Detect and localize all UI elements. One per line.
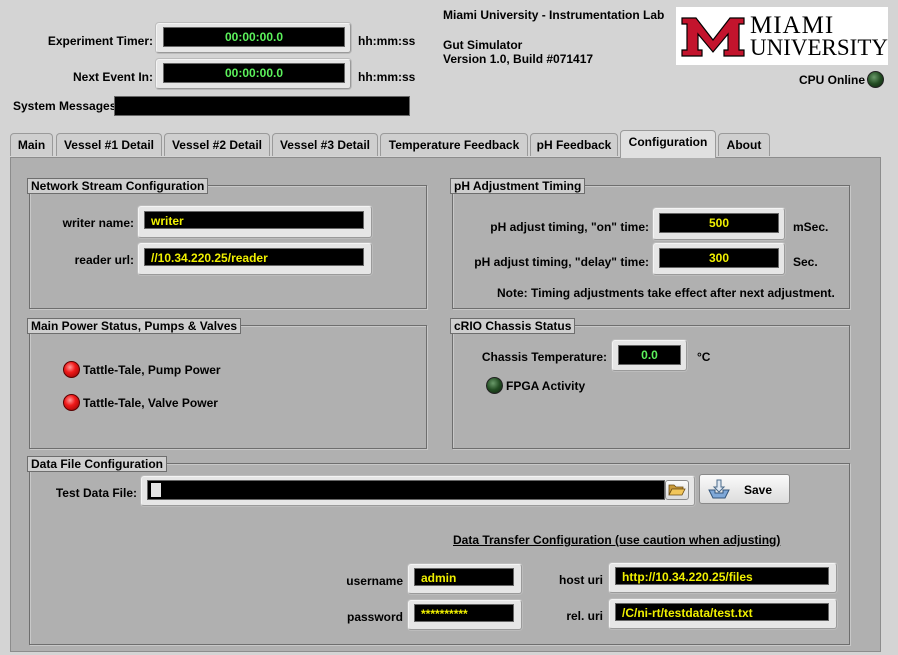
experiment-timer-unit: hh:mm:ss (358, 34, 416, 48)
password-label: password (346, 610, 403, 624)
tab-about[interactable]: About (718, 133, 770, 156)
power-status-group (29, 325, 427, 449)
pump-power-label: Tattle-Tale, Pump Power (83, 363, 221, 377)
next-event-display: 00:00:00.0 (163, 63, 345, 83)
ph-delay-time-label: pH adjust timing, "delay" time: (474, 255, 649, 269)
app-name: Gut Simulator (443, 38, 523, 52)
fpga-activity-label: FPGA Activity (506, 379, 586, 393)
username-label: username (346, 574, 403, 588)
version-label: Version 1.0, Build #071417 (443, 52, 594, 66)
system-messages-display (114, 96, 410, 116)
host-uri-input[interactable]: http://10.34.220.25/files (615, 567, 829, 585)
tab-main[interactable]: Main (10, 133, 53, 156)
fpga-activity-led (486, 377, 503, 394)
valve-power-led (63, 394, 80, 411)
experiment-timer-display: 00:00:00.0 (163, 27, 345, 47)
miami-university-logo: MIAMI UNIVERSITY (676, 7, 888, 65)
reader-url-input[interactable]: //10.34.220.25/reader (144, 248, 364, 266)
tab-vessel-3-detail[interactable]: Vessel #3 Detail (272, 133, 378, 156)
lab-name: Miami University - Instrumentation Lab (443, 8, 665, 22)
crio-status-title: cRIO Chassis Status (450, 318, 576, 334)
rel-uri-label: rel. uri (566, 609, 603, 623)
ph-delay-time-unit: Sec. (793, 255, 818, 269)
cpu-online-label: CPU Online (799, 73, 866, 87)
logo-text-university: UNIVERSITY (750, 35, 888, 60)
writer-name-label: writer name: (62, 216, 134, 230)
folder-open-icon (668, 484, 686, 496)
experiment-timer-label: Experiment Timer: (47, 34, 153, 48)
miami-m-icon (681, 17, 745, 57)
ph-on-time-unit: mSec. (793, 220, 829, 234)
test-data-file-label: Test Data File: (55, 486, 137, 500)
rel-uri-input[interactable]: /C/ni-rt/testdata/test.txt (615, 603, 829, 621)
chassis-temp-label: Chassis Temperature: (481, 350, 607, 364)
host-uri-label: host uri (559, 573, 603, 587)
data-file-title: Data File Configuration (27, 456, 167, 472)
tab-configuration[interactable]: Configuration (620, 130, 716, 158)
pump-power-led (63, 361, 80, 378)
power-status-title: Main Power Status, Pumps & Valves (27, 318, 242, 334)
ph-delay-time-input[interactable]: 300 (659, 248, 779, 268)
chassis-temp-unit: °C (697, 350, 711, 364)
save-label: Save (744, 483, 773, 497)
ph-on-time-label: pH adjust timing, "on" time: (490, 220, 649, 234)
tab-temperature-feedback[interactable]: Temperature Feedback (380, 133, 528, 156)
tab-ph-feedback[interactable]: pH Feedback (530, 133, 618, 156)
reader-url-label: reader url: (74, 253, 134, 267)
password-input[interactable]: ********** (414, 604, 514, 622)
tab-vessel-1-detail[interactable]: Vessel #1 Detail (56, 133, 162, 156)
save-button[interactable]: Save (699, 474, 790, 504)
tab-vessel-2-detail[interactable]: Vessel #2 Detail (164, 133, 270, 156)
cpu-online-led (867, 71, 884, 88)
ph-on-time-input[interactable]: 500 (659, 213, 779, 233)
save-tray-icon (708, 479, 730, 499)
writer-name-input[interactable]: writer (144, 211, 364, 229)
username-input[interactable]: admin (414, 568, 514, 586)
valve-power-label: Tattle-Tale, Valve Power (83, 396, 218, 410)
network-stream-title: Network Stream Configuration (27, 178, 209, 194)
ph-timing-note: Note: Timing adjustments take effect aft… (497, 286, 835, 300)
path-type-icon (151, 483, 161, 497)
system-messages-label: System Messages (13, 99, 117, 113)
browse-button[interactable] (665, 480, 689, 500)
test-data-file-input[interactable] (147, 480, 665, 500)
configuration-panel: Network Stream Configuration writer name… (10, 157, 881, 652)
next-event-label: Next Event In: (72, 70, 153, 84)
data-transfer-title: Data Transfer Configuration (use caution… (453, 533, 781, 547)
ph-timing-title: pH Adjustment Timing (450, 178, 586, 194)
chassis-temp-display: 0.0 (618, 345, 681, 365)
next-event-unit: hh:mm:ss (358, 70, 416, 84)
